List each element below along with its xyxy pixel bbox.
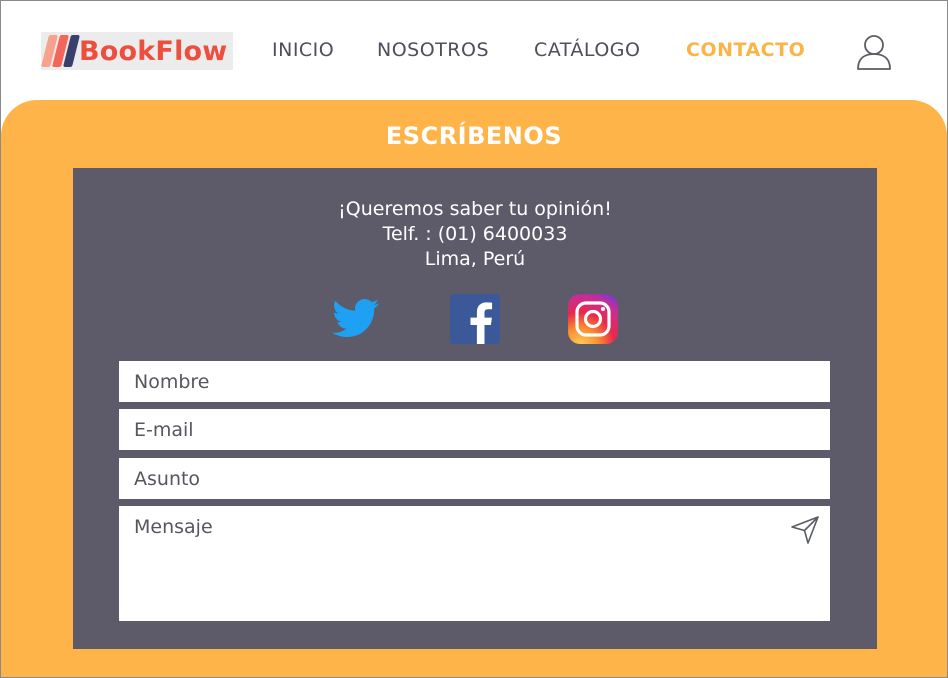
contact-title: ESCRÍBENOS	[385, 122, 563, 150]
email-field[interactable]	[119, 409, 830, 450]
instagram-icon[interactable]	[568, 294, 618, 344]
nav-item-nosotros[interactable]: NOSOTROS	[377, 39, 489, 65]
brand-logo[interactable]: BookFlow	[41, 32, 233, 70]
user-icon[interactable]	[854, 32, 894, 72]
subject-field[interactable]	[119, 458, 830, 499]
site-header: BookFlow INICIO NOSOTROS CATÁLOGO CONTAC…	[1, 1, 947, 101]
nav-item-catalogo[interactable]: CATÁLOGO	[534, 39, 640, 65]
contact-phone: Telf. : (01) 6400033	[382, 223, 568, 245]
contact-location: Lima, Perú	[424, 248, 526, 270]
nav-item-inicio[interactable]: INICIO	[272, 39, 334, 65]
page: BookFlow INICIO NOSOTROS CATÁLOGO CONTAC…	[0, 0, 948, 678]
book-logo-icon	[41, 32, 80, 70]
message-field[interactable]	[119, 506, 830, 621]
brand-name: BookFlow	[79, 35, 228, 67]
twitter-icon[interactable]	[331, 294, 381, 344]
contact-tagline: ¡Queremos saber tu opinión!	[338, 198, 612, 220]
name-field[interactable]	[119, 361, 830, 402]
send-icon[interactable]	[789, 514, 821, 546]
facebook-icon[interactable]	[450, 294, 500, 344]
nav-item-contacto[interactable]: CONTACTO	[686, 39, 805, 65]
